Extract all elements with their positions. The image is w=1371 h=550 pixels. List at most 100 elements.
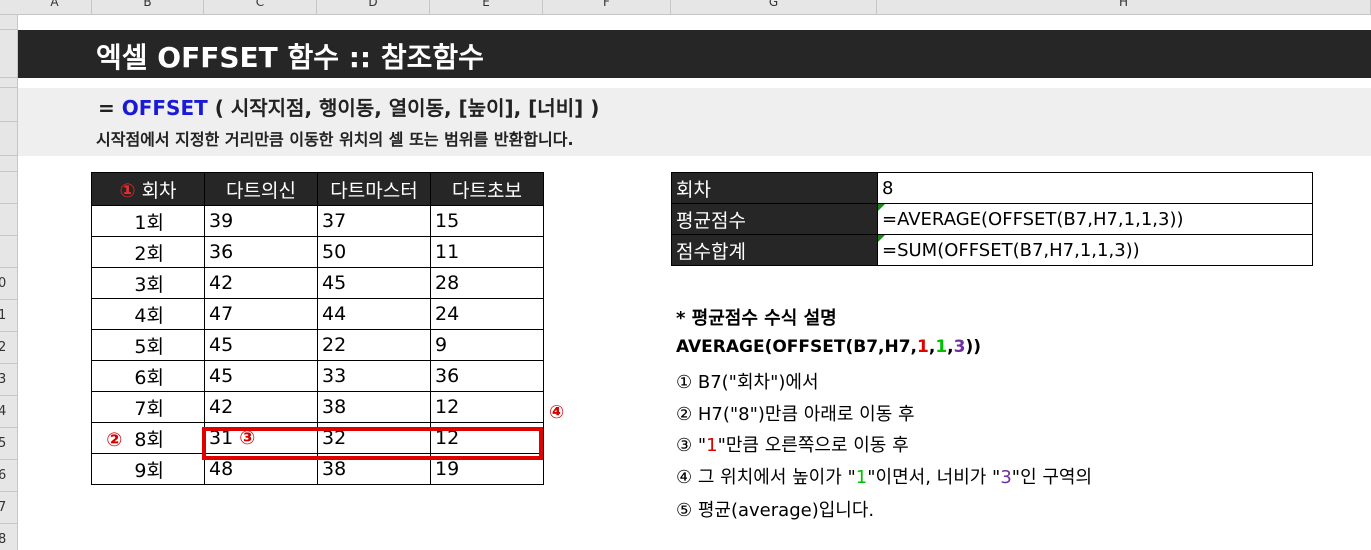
row-header[interactable] xyxy=(0,78,17,88)
row-header[interactable]: 6 xyxy=(0,460,17,492)
explanation-formula: AVERAGE(OFFSET(B7,H7,1,1,3)) xyxy=(676,337,981,357)
cell-value[interactable]: 24 xyxy=(430,298,544,330)
formula-arg-cols: 1 xyxy=(935,337,948,357)
explanation-step-1: ① B7("회차")에서 xyxy=(676,372,819,393)
cell-value[interactable]: 45 xyxy=(317,267,431,299)
table-header-row: ① 회차 다트의신 다트마스터 다트초보 xyxy=(91,172,544,206)
formula-part: AVERAGE(OFFSET(B7,H7, xyxy=(676,337,918,357)
row-header[interactable] xyxy=(0,236,17,268)
cell-value[interactable]: 12 xyxy=(430,391,544,423)
cell-round[interactable]: ② 8회 xyxy=(91,422,205,454)
header-cell-round[interactable]: ① 회차 xyxy=(91,172,205,206)
column-header-bar: A B C D E F G H xyxy=(0,0,1371,15)
explanation-step-4: ④ 그 위치에서 높이가 "1"이면서, 너비가 "3"인 구역의 xyxy=(676,463,1092,489)
header-label: 회차 xyxy=(141,179,177,202)
cell-value[interactable]: 36 xyxy=(204,236,318,268)
table-row: 5회 45 22 9 xyxy=(91,329,544,361)
row-header[interactable] xyxy=(0,204,17,236)
title-bar[interactable]: 엑셀 OFFSET 함수 :: 참조함수 xyxy=(18,30,1371,78)
round-input-cell[interactable]: 8 xyxy=(877,172,1313,204)
syntax-band[interactable]: = OFFSET ( 시작지점, 행이동, 열이동, [높이], [너비] ) … xyxy=(18,88,1371,156)
row-header[interactable] xyxy=(0,88,17,122)
column-header-a[interactable]: A xyxy=(18,0,92,14)
cell-value[interactable]: 39 xyxy=(204,205,318,237)
cell-value[interactable]: 42 xyxy=(204,391,318,423)
formula-label[interactable]: 점수합계 xyxy=(671,234,878,266)
cell-value[interactable]: 47 xyxy=(204,298,318,330)
cell-round[interactable]: 5회 xyxy=(91,329,205,361)
cell-value[interactable]: 28 xyxy=(430,267,544,299)
column-header-b[interactable]: B xyxy=(92,0,204,14)
table-row: 6회 45 33 36 xyxy=(91,360,544,392)
formula-table: 회차 8 평균점수 =AVERAGE(OFFSET(B7,H7,1,1,3)) … xyxy=(671,172,1313,266)
cell-value[interactable]: 38 xyxy=(317,391,431,423)
step-text: ③ " xyxy=(676,435,707,456)
step-text: "인 구역의 xyxy=(1011,467,1093,488)
formula-text: =AVERAGE(OFFSET(B7,H7,1,1,3)) xyxy=(882,208,1184,230)
step-value: 1 xyxy=(706,435,718,456)
column-header-f[interactable]: F xyxy=(543,0,671,14)
cell-value[interactable]: 33 xyxy=(317,360,431,392)
cell-value[interactable]: 15 xyxy=(430,205,544,237)
row-header[interactable]: 8 xyxy=(0,524,17,550)
cell-round[interactable]: 4회 xyxy=(91,298,205,330)
error-indicator-icon xyxy=(878,235,885,242)
cell-value[interactable]: 50 xyxy=(317,236,431,268)
row-header[interactable] xyxy=(0,122,17,156)
cell-round[interactable]: 2회 xyxy=(91,236,205,268)
formula-label[interactable]: 회차 xyxy=(671,172,878,204)
step-text: ④ 그 위치에서 높이가 " xyxy=(676,467,856,488)
formula-arg-width: 3 xyxy=(953,337,966,357)
cell-round[interactable]: 6회 xyxy=(91,360,205,392)
cell-value[interactable]: 11 xyxy=(430,236,544,268)
row-header[interactable]: 3 xyxy=(0,364,17,396)
row-header[interactable]: 7 xyxy=(0,492,17,524)
table-row: 4회 47 44 24 xyxy=(91,298,544,330)
row-header[interactable]: 4 xyxy=(0,396,17,428)
row-header-bar: 0 1 2 3 4 5 6 7 8 xyxy=(0,15,18,550)
header-cell[interactable]: 다트초보 xyxy=(430,172,544,206)
formula-label[interactable]: 평균점수 xyxy=(671,203,878,235)
cell-round[interactable]: 1회 xyxy=(91,205,205,237)
row-header[interactable]: 1 xyxy=(0,300,17,332)
column-header-e[interactable]: E xyxy=(430,0,543,14)
table-row: 2회 36 50 11 xyxy=(91,236,544,268)
syntax-description: 시작점에서 지정한 거리만큼 이동한 위치의 셀 또는 범위를 반환합니다. xyxy=(96,130,574,149)
row-header[interactable]: 0 xyxy=(0,268,17,300)
cell-round[interactable]: 7회 xyxy=(91,391,205,423)
cell-value[interactable]: 36 xyxy=(430,360,544,392)
cell-round[interactable]: 9회 xyxy=(91,453,205,485)
page-title: 엑셀 OFFSET 함수 :: 참조함수 xyxy=(96,41,484,74)
cell-value[interactable]: 22 xyxy=(317,329,431,361)
cell-value[interactable]: 37 xyxy=(317,205,431,237)
offset-result-highlight xyxy=(202,427,543,460)
row-header[interactable] xyxy=(0,172,17,204)
cell-round-label: 8회 xyxy=(134,428,164,451)
cell-value[interactable]: 9 xyxy=(430,329,544,361)
column-header-h[interactable]: H xyxy=(877,0,1371,14)
syntax-arguments: ( 시작지점, 행이동, 열이동, [높이], [너비] ) xyxy=(207,96,600,120)
column-header-c[interactable]: C xyxy=(204,0,317,14)
marker-1: ① xyxy=(119,179,136,202)
explanation-step-5: ⑤ 평균(average)입니다. xyxy=(676,500,875,521)
header-cell[interactable]: 다트마스터 xyxy=(317,172,431,206)
table-row: 3회 42 45 28 xyxy=(91,267,544,299)
row-header[interactable] xyxy=(0,30,17,78)
row-header[interactable]: 2 xyxy=(0,332,17,364)
sum-formula-cell[interactable]: =SUM(OFFSET(B7,H7,1,1,3)) xyxy=(877,234,1313,266)
row-header[interactable] xyxy=(0,156,17,172)
cell-value[interactable]: 45 xyxy=(204,360,318,392)
column-header-g[interactable]: G xyxy=(671,0,877,14)
cell-round[interactable]: 3회 xyxy=(91,267,205,299)
header-cell[interactable]: 다트의신 xyxy=(204,172,318,206)
row-header[interactable]: 5 xyxy=(0,428,17,460)
marker-4: ④ xyxy=(549,402,565,423)
average-formula-cell[interactable]: =AVERAGE(OFFSET(B7,H7,1,1,3)) xyxy=(877,203,1313,235)
cell-value[interactable]: 42 xyxy=(204,267,318,299)
cell-value[interactable]: 44 xyxy=(317,298,431,330)
row-header[interactable] xyxy=(0,15,17,30)
column-header-d[interactable]: D xyxy=(317,0,430,14)
cell-value[interactable]: 45 xyxy=(204,329,318,361)
step-value: 3 xyxy=(1000,467,1012,488)
error-indicator-icon xyxy=(878,204,885,211)
